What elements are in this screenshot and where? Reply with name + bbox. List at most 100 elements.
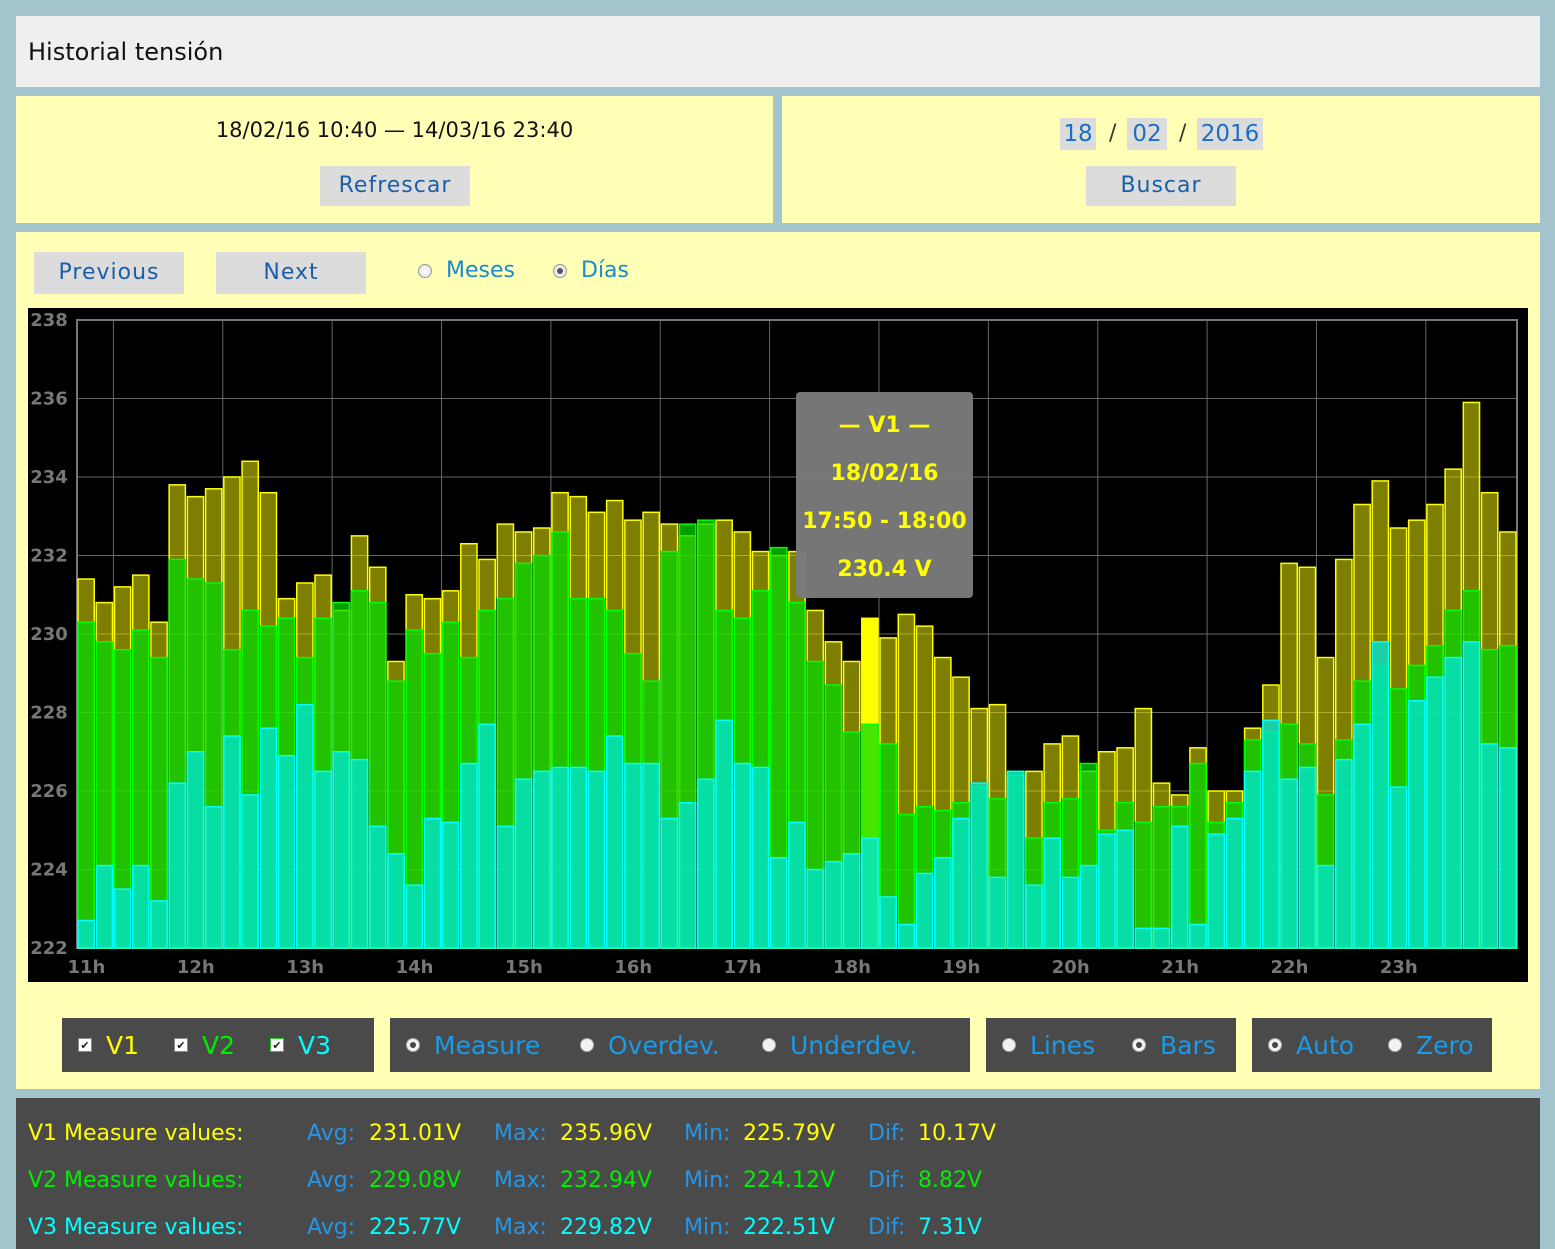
bar-v3 xyxy=(441,821,460,949)
tooltip-text: 17:50 - 18:00 xyxy=(802,509,967,534)
toggle-v2[interactable]: ✔ V2 xyxy=(174,1031,235,1060)
y-tick-label: 228 xyxy=(30,703,68,724)
date-search-panel: 18 / 02 / 2016 Buscar xyxy=(782,96,1540,223)
bar-v3 xyxy=(1098,833,1116,949)
y-tick-label: 234 xyxy=(30,467,68,488)
bar-v3 xyxy=(769,856,788,949)
mode-radio-days[interactable]: Días xyxy=(553,258,629,283)
bar-v3 xyxy=(788,821,806,949)
bar-v3 xyxy=(1207,833,1226,949)
dif-value: 8.82V xyxy=(918,1168,983,1193)
mode-measure[interactable]: Measure xyxy=(406,1031,540,1060)
bar-v3 xyxy=(405,884,424,949)
search-button[interactable]: Buscar xyxy=(1086,166,1236,206)
style-lines[interactable]: Lines xyxy=(1002,1031,1095,1060)
series-toggle-group: ✔ V1 ✔ V2 ✔ V3 xyxy=(62,1018,374,1072)
mode-underdev[interactable]: Underdev. xyxy=(762,1031,917,1060)
tooltip-text: 18/02/16 xyxy=(831,461,939,486)
bar-v3 xyxy=(1116,829,1134,949)
bar-v3 xyxy=(460,762,478,949)
bar-v2 xyxy=(77,621,95,949)
style-label: Bars xyxy=(1160,1030,1216,1060)
stats-title: V2 Measure values: xyxy=(28,1168,244,1193)
max-value: 232.94V xyxy=(560,1168,653,1193)
bar-v3 xyxy=(387,853,405,949)
previous-button[interactable]: Previous xyxy=(34,252,184,294)
stats-title: V1 Measure values: xyxy=(28,1121,244,1146)
toggle-label: V1 xyxy=(106,1030,140,1060)
bar-v3 xyxy=(77,919,95,949)
day-input[interactable]: 18 xyxy=(1060,118,1096,150)
bar-v3 xyxy=(587,770,606,949)
bar-v3 xyxy=(952,817,970,949)
style-bars[interactable]: Bars xyxy=(1132,1031,1216,1060)
bar-v3 xyxy=(933,856,952,949)
max-label: Max: xyxy=(494,1215,547,1240)
radio-selected-icon xyxy=(553,263,567,278)
value-mode-group: Measure Overdev. Underdev. xyxy=(390,1018,970,1072)
bar-v3 xyxy=(861,837,879,949)
x-tick-label: 22h xyxy=(1271,957,1309,978)
bar-v3 xyxy=(368,825,387,949)
x-tick-label: 11h xyxy=(67,957,105,978)
date-range-text: 18/02/16 10:40 — 14/03/16 23:40 xyxy=(215,118,574,142)
bar-v3 xyxy=(1444,656,1463,949)
bar-v3 xyxy=(204,805,223,949)
radio-selected-icon xyxy=(1132,1038,1146,1052)
bar-v3 xyxy=(624,762,642,949)
bar-v3 xyxy=(1371,641,1390,949)
toggle-label: V2 xyxy=(202,1030,236,1060)
x-tick-label: 20h xyxy=(1052,957,1090,978)
bar-v3 xyxy=(678,802,697,949)
style-label: Lines xyxy=(1030,1030,1096,1060)
bar-v3 xyxy=(715,719,733,949)
avg-label: Avg: xyxy=(307,1121,356,1146)
mode-radio-months[interactable]: Meses xyxy=(418,258,515,283)
next-button[interactable]: Next xyxy=(216,252,366,294)
bar-v3 xyxy=(551,766,569,949)
refresh-button[interactable]: Refrescar xyxy=(320,166,470,206)
bar-v3 xyxy=(842,853,861,949)
bar-v3 xyxy=(1316,864,1335,949)
y-tick-label: 238 xyxy=(30,310,68,331)
x-tick-label: 23h xyxy=(1380,957,1418,978)
bar-v3 xyxy=(1134,927,1153,949)
date-separator: / xyxy=(1109,121,1117,146)
stats-panel: V1 Measure values: Avg: 231.01V Max: 235… xyxy=(16,1098,1540,1249)
radio-icon xyxy=(580,1038,594,1052)
bar-v3 xyxy=(806,868,825,949)
bar-v3 xyxy=(1225,817,1244,949)
bar-v3 xyxy=(1243,770,1262,949)
toggle-v1[interactable]: ✔ V1 xyxy=(78,1031,139,1060)
scale-auto[interactable]: Auto xyxy=(1268,1031,1354,1060)
checkbox-checked-icon: ✔ xyxy=(174,1038,188,1052)
date-separator: / xyxy=(1179,121,1187,146)
mode-overdev[interactable]: Overdev. xyxy=(580,1031,720,1060)
month-input[interactable]: 02 xyxy=(1127,118,1167,150)
mode-label: Underdev. xyxy=(790,1030,918,1060)
y-tick-label: 236 xyxy=(30,389,68,410)
x-tick-label: 15h xyxy=(505,957,543,978)
bar-v3 xyxy=(295,703,314,949)
y-tick-label: 224 xyxy=(30,860,68,881)
bar-v3 xyxy=(95,864,114,949)
bar-v2 xyxy=(1152,805,1171,949)
bar-v3 xyxy=(897,923,916,949)
avg-value: 225.77V xyxy=(369,1215,462,1240)
bar-v3 xyxy=(332,751,351,949)
bar-v3 xyxy=(642,762,661,949)
toggle-v3[interactable]: ✔ V3 xyxy=(270,1031,331,1060)
bar-v3 xyxy=(1061,876,1080,949)
scale-label: Auto xyxy=(1296,1030,1355,1060)
year-input[interactable]: 2016 xyxy=(1197,118,1263,150)
bar-v3 xyxy=(478,723,496,949)
checkbox-checked-icon: ✔ xyxy=(78,1038,92,1052)
avg-label: Avg: xyxy=(307,1215,356,1240)
bar-v3 xyxy=(1025,884,1043,949)
bar-v3 xyxy=(350,758,369,949)
bar-v3 xyxy=(1006,770,1025,949)
bar-v3 xyxy=(1262,719,1280,949)
x-tick-label: 21h xyxy=(1161,957,1199,978)
bar-v3 xyxy=(150,900,168,949)
scale-zero[interactable]: Zero xyxy=(1388,1031,1474,1060)
